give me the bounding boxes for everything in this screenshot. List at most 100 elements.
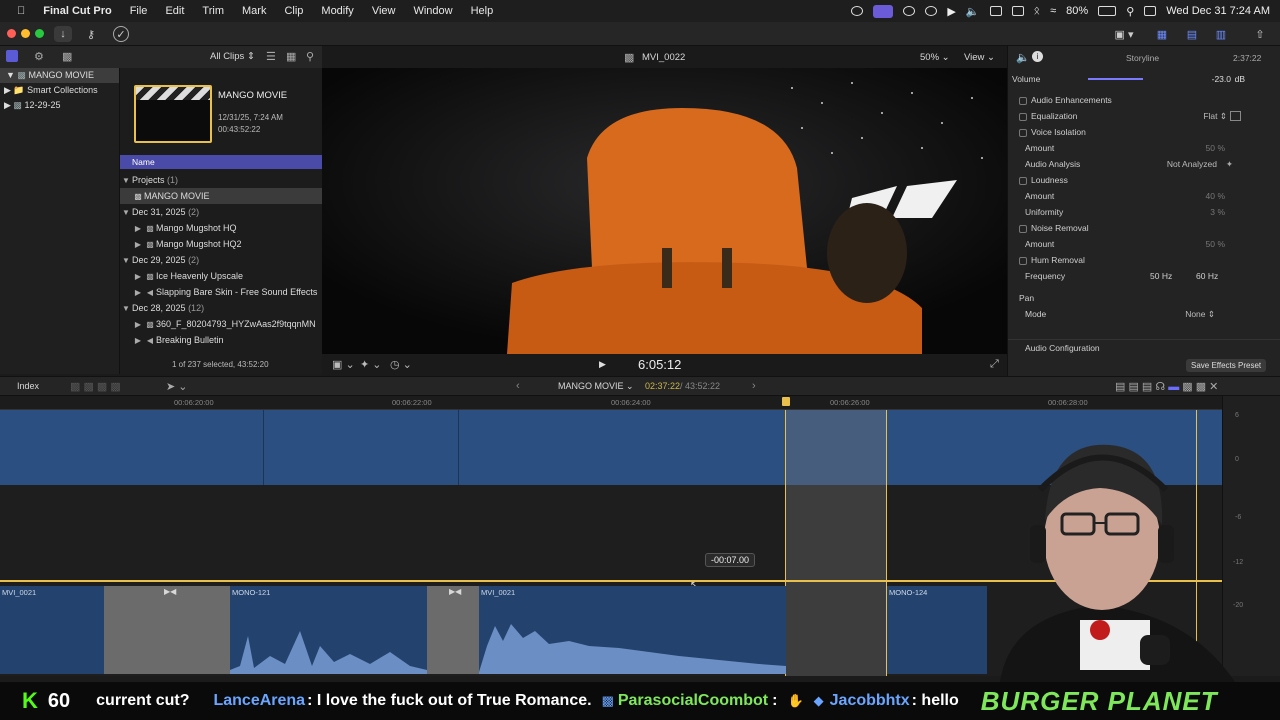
- stream-icon[interactable]: [873, 4, 894, 18]
- loudness-row[interactable]: Loudness: [1008, 172, 1280, 188]
- monitor-icon[interactable]: [1011, 6, 1024, 16]
- info-icon[interactable]: i: [1032, 51, 1043, 62]
- clock[interactable]: Wed Dec 31 7:24 AM: [1166, 5, 1270, 17]
- timeline-project-name[interactable]: MANGO MOVIE ⌄: [558, 381, 634, 392]
- search-icon[interactable]: ⚲: [1126, 5, 1134, 18]
- bluetooth-icon[interactable]: ᛟ: [1034, 5, 1041, 17]
- menu-view[interactable]: View: [363, 5, 405, 17]
- menu-help[interactable]: Help: [462, 5, 503, 17]
- browser-item-mugshot-hq2[interactable]: ▶ ▩ Mango Mugshot HQ2: [120, 236, 322, 252]
- browser-group-projects[interactable]: ▼ Projects (1): [120, 172, 322, 188]
- video-frame[interactable]: [322, 68, 1007, 354]
- select-tool-icon[interactable]: ➤ ⌄: [166, 380, 188, 393]
- workspace-icon[interactable]: ▣ ▾: [1108, 26, 1140, 42]
- pan-mode-dropdown[interactable]: None ⇕: [1185, 306, 1215, 322]
- show-browser-toggle[interactable]: ▦: [1152, 26, 1172, 42]
- volume-slider[interactable]: [1088, 78, 1143, 80]
- viewer-timecode[interactable]: 6:05:12: [638, 357, 681, 372]
- background-tasks-icon[interactable]: ✓: [113, 26, 129, 42]
- menu-edit[interactable]: Edit: [156, 5, 193, 17]
- back-icon[interactable]: ‹: [516, 380, 520, 392]
- menu-modify[interactable]: Modify: [312, 5, 362, 17]
- browser-item-ice-heavenly[interactable]: ▶ ▩ Ice Heavenly Upscale: [120, 268, 322, 284]
- battery-icon[interactable]: [1098, 6, 1117, 16]
- menu-window[interactable]: Window: [404, 5, 461, 17]
- audio-clip[interactable]: MVI_0021: [479, 586, 786, 674]
- browser-item-breaking-bulletin[interactable]: ▶ ◀ Breaking Bulletin: [120, 332, 322, 348]
- gap-region[interactable]: [786, 410, 886, 676]
- view-dropdown[interactable]: View ⌄: [964, 52, 995, 63]
- show-inspector-toggle[interactable]: ▥: [1211, 26, 1231, 42]
- browser-item-mango-movie[interactable]: ▩ MANGO MOVIE: [120, 188, 322, 204]
- fullscreen-icon[interactable]: ⤢: [990, 358, 999, 371]
- hum-removal-row[interactable]: Hum Removal: [1008, 252, 1280, 268]
- browser-group-dec-29[interactable]: ▼ Dec 29, 2025 (2): [120, 252, 322, 268]
- audio-clip[interactable]: MVI_0021: [0, 586, 104, 674]
- share-icon[interactable]: ⇧: [1253, 26, 1267, 42]
- playhead-marker[interactable]: [782, 397, 790, 406]
- import-icon[interactable]: ↓: [54, 26, 72, 42]
- browser-group-dec-31[interactable]: ▼ Dec 31, 2025 (2): [120, 204, 322, 220]
- browser-item-360[interactable]: ▶ ▩ 360_F_80204793_HYZwAas2f9tqqnMN: [120, 316, 322, 332]
- eq-editor-icon[interactable]: [1230, 111, 1241, 121]
- search-icon[interactable]: ⚲: [306, 50, 314, 63]
- timeline-ruler[interactable]: 00:06:20:00 00:06:22:00 00:06:24:00 00:0…: [0, 396, 1222, 410]
- browser-group-dec-28[interactable]: ▼ Dec 28, 2025 (12): [120, 300, 322, 316]
- voice-isolation-row[interactable]: Voice Isolation: [1008, 124, 1280, 140]
- show-timeline-toggle[interactable]: ▤: [1182, 26, 1202, 42]
- photos-icon[interactable]: ⚙: [34, 50, 44, 63]
- edit-tools-icon[interactable]: ▩ ▩ ▩ ▩: [70, 380, 121, 393]
- noise-removal-row[interactable]: Noise Removal: [1008, 220, 1280, 236]
- eq-dropdown[interactable]: Flat ⇕: [1203, 108, 1227, 124]
- transition[interactable]: ▶◀: [104, 586, 230, 674]
- menu-file[interactable]: File: [121, 5, 157, 17]
- play-icon[interactable]: ▶: [947, 5, 955, 18]
- wifi-icon[interactable]: ≈: [1050, 5, 1056, 17]
- library-item-event[interactable]: ▶ ▩ 12-29-25: [0, 98, 119, 113]
- name-column-header[interactable]: Name: [120, 155, 322, 169]
- equalization-row[interactable]: Equalization Flat ⇕: [1008, 108, 1280, 124]
- save-effects-preset-button[interactable]: Save Effects Preset: [1186, 359, 1267, 372]
- clip-appearance-icon[interactable]: ▦: [286, 50, 296, 63]
- control-center-icon[interactable]: [1144, 6, 1157, 16]
- volume-icon[interactable]: 🔈: [966, 5, 980, 18]
- volume-value[interactable]: -23.0: [1212, 71, 1231, 87]
- menu-mark[interactable]: Mark: [233, 5, 275, 17]
- freq-50-option[interactable]: 50 Hz: [1150, 268, 1172, 284]
- titles-icon[interactable]: ▩: [62, 50, 72, 63]
- transform-icon[interactable]: ▣ ⌄: [332, 358, 355, 371]
- enhance-icon[interactable]: ✦ ⌄: [360, 358, 382, 371]
- list-view-icon[interactable]: ☰: [266, 50, 276, 63]
- disc-icon[interactable]: [925, 6, 938, 16]
- menu-trim[interactable]: Trim: [193, 5, 233, 17]
- index-button[interactable]: Index: [17, 381, 39, 391]
- browser-item-mugshot-hq[interactable]: ▶ ▩ Mango Mugshot HQ: [120, 220, 322, 236]
- libraries-icon[interactable]: [6, 50, 18, 62]
- display-icon[interactable]: [989, 6, 1002, 16]
- audio-clip[interactable]: MONO-121: [230, 586, 427, 674]
- library-item-mango-movie[interactable]: ▼ ▩ MANGO MOVIE: [0, 68, 119, 83]
- transition[interactable]: ▶◀: [427, 586, 479, 674]
- timeline-tools-icon[interactable]: ▤ ▤ ▤ ☊ ▬ ▩ ▩ ✕: [1115, 380, 1218, 393]
- play-button[interactable]: ▶: [599, 359, 606, 370]
- zoom-dropdown[interactable]: 50% ⌄: [920, 52, 950, 63]
- grid-icon[interactable]: [903, 6, 916, 16]
- freq-60-option[interactable]: 60 Hz: [1196, 268, 1218, 284]
- all-clips-filter[interactable]: All Clips ⇕: [210, 51, 255, 62]
- minimize-window-button[interactable]: [21, 29, 30, 38]
- screen-record-icon[interactable]: [851, 6, 864, 16]
- project-thumbnail[interactable]: [134, 85, 212, 143]
- speed-icon[interactable]: ◷ ⌄: [390, 358, 412, 371]
- audio-enhancements-row[interactable]: Audio Enhancements: [1008, 92, 1280, 108]
- menu-app[interactable]: Final Cut Pro: [34, 5, 120, 17]
- close-window-button[interactable]: [7, 29, 16, 38]
- keywords-icon[interactable]: ⚷: [82, 26, 100, 42]
- audio-clip[interactable]: MONO-124: [887, 586, 987, 674]
- audio-inspector-icon[interactable]: 🔈: [1016, 51, 1030, 64]
- menu-clip[interactable]: Clip: [275, 5, 312, 17]
- browser-item-slapping[interactable]: ▶ ◀ Slapping Bare Skin - Free Sound Effect…: [120, 284, 322, 300]
- audio-config-row[interactable]: Audio Configuration: [1008, 339, 1280, 355]
- library-item-smart-collections[interactable]: ▶ 📁 Smart Collections: [0, 83, 119, 98]
- zoom-window-button[interactable]: [35, 29, 44, 38]
- analyze-icon[interactable]: ✦: [1226, 156, 1233, 172]
